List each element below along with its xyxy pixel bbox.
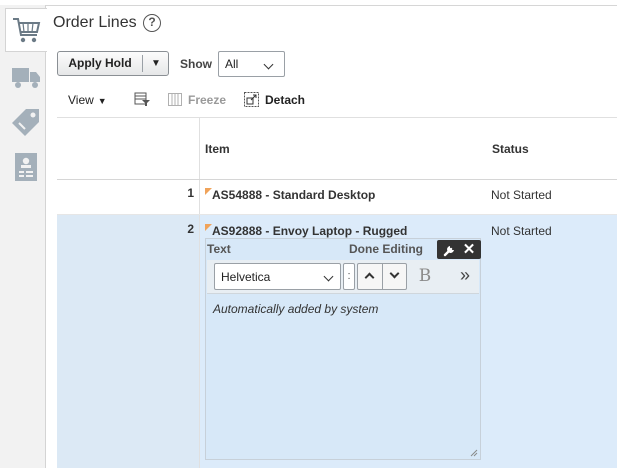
- side-rail: [0, 5, 47, 468]
- table-top-border: [57, 117, 617, 118]
- detach-icon[interactable]: [244, 92, 259, 107]
- row-status: Not Started: [491, 188, 552, 202]
- apply-hold-menu-icon[interactable]: ▼: [144, 52, 168, 75]
- query-by-example-icon[interactable]: [134, 92, 151, 107]
- flag-icon: [205, 224, 212, 231]
- row-status: Not Started: [491, 224, 552, 238]
- price-tag-icon[interactable]: [11, 107, 41, 137]
- freeze-button: Freeze: [188, 93, 227, 107]
- close-icon[interactable]: ✕: [459, 240, 479, 259]
- editor-label: Text: [207, 242, 231, 256]
- selected-row-gutter: [57, 215, 199, 468]
- editor-content: Automatically added by system: [213, 302, 379, 316]
- editor-text-area[interactable]: Automatically added by system: [207, 295, 479, 457]
- row-divider: [57, 214, 617, 215]
- more-tools-button[interactable]: »: [455, 264, 475, 288]
- view-menu-arrow-icon: ▼: [97, 96, 107, 106]
- view-menu-label: View: [68, 93, 94, 107]
- column-header-status[interactable]: Status: [492, 142, 529, 156]
- truck-icon[interactable]: [11, 62, 41, 92]
- editor-tools-bar: ✕: [437, 240, 481, 259]
- wrench-icon[interactable]: [443, 243, 457, 257]
- flag-icon: [205, 188, 212, 195]
- rail-tab-cart[interactable]: [5, 8, 47, 52]
- row-item-link[interactable]: AS54888 - Standard Desktop: [212, 188, 375, 202]
- chevron-down-icon: [323, 271, 334, 282]
- top-border: [0, 5, 617, 6]
- button-divider: [142, 55, 143, 72]
- row-item-link[interactable]: AS92888 - Envoy Laptop - Rugged: [212, 224, 407, 238]
- show-label: Show: [180, 57, 212, 71]
- font-family-select[interactable]: Helvetica: [214, 263, 341, 290]
- increase-size-button[interactable]: [358, 264, 383, 289]
- table-header-border: [57, 179, 617, 180]
- show-select-value: All: [225, 57, 239, 71]
- done-editing-button[interactable]: Done Editing: [349, 242, 423, 256]
- bold-button[interactable]: B: [415, 265, 435, 287]
- show-select[interactable]: All: [218, 51, 285, 77]
- row-number: 1: [187, 186, 194, 200]
- row-number: 2: [187, 222, 194, 236]
- view-menu[interactable]: View ▼: [68, 93, 107, 107]
- column-header-item[interactable]: Item: [205, 142, 230, 156]
- apply-hold-button[interactable]: Apply Hold ▼: [57, 51, 169, 76]
- font-size-stepper[interactable]: [357, 263, 407, 290]
- help-icon[interactable]: ?: [143, 14, 161, 32]
- font-size-select[interactable]: :: [343, 263, 355, 290]
- page-title: Order Lines: [53, 14, 137, 31]
- editor-toolbar: Helvetica : B »: [207, 260, 479, 294]
- chevron-up-icon: [364, 272, 375, 283]
- chevron-down-icon: [389, 268, 400, 279]
- freeze-icon: [168, 93, 182, 106]
- contact-card-icon[interactable]: [11, 152, 41, 182]
- rich-text-editor: Text Done Editing ✕ Helvetica : B » Auto…: [205, 238, 481, 460]
- apply-hold-label: Apply Hold: [68, 56, 132, 70]
- chevron-down-icon: [263, 59, 274, 70]
- font-family-value: Helvetica: [221, 270, 271, 284]
- column-divider: [199, 118, 200, 468]
- cart-icon: [13, 18, 41, 43]
- detach-button[interactable]: Detach: [265, 93, 305, 107]
- resize-grip-icon[interactable]: [470, 449, 478, 457]
- decrease-size-button[interactable]: [383, 264, 407, 289]
